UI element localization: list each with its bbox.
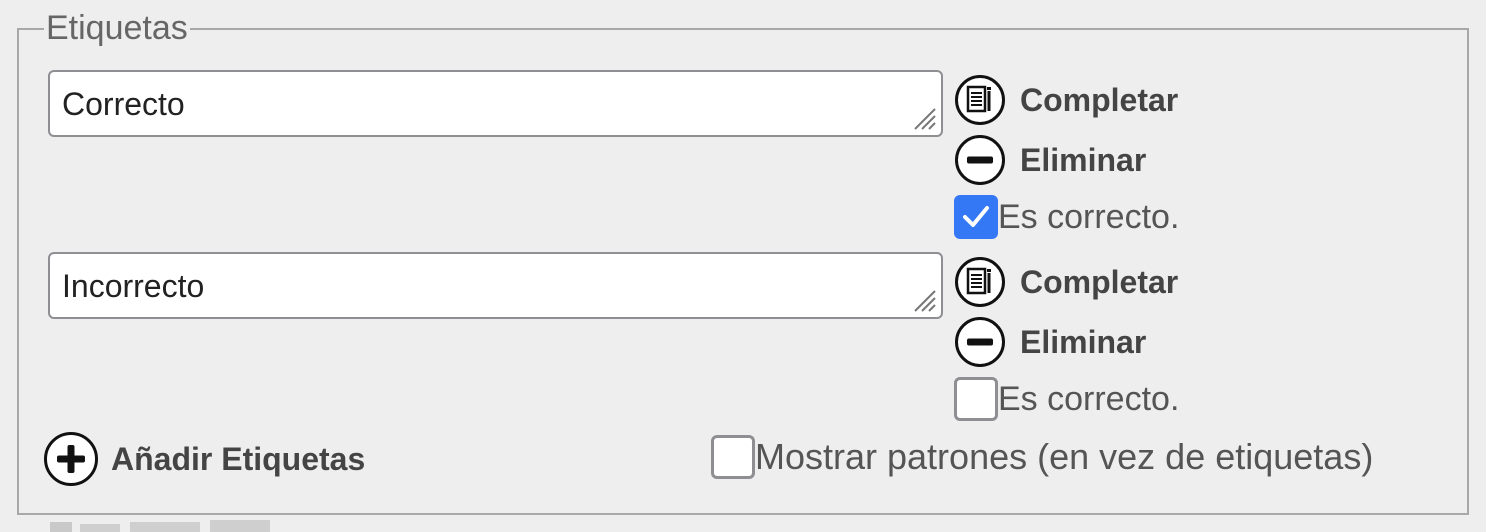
label-value-1: Correcto [62, 86, 185, 122]
delete-label-2: Eliminar [1020, 323, 1147, 360]
checkmark-icon [963, 206, 989, 227]
label-textarea-1[interactable]: Correcto [48, 70, 943, 137]
complete-label-2: Completar [1020, 263, 1179, 300]
minus-circle-icon [955, 317, 1005, 367]
label-value-2: Incorrecto [62, 268, 205, 304]
resize-grip-icon[interactable] [911, 105, 937, 131]
complete-label-1: Completar [1020, 81, 1179, 118]
delete-button-1[interactable]: Eliminar [954, 135, 1146, 185]
correct-checkbox-1[interactable] [954, 195, 998, 239]
delete-button-2[interactable]: Eliminar [954, 317, 1146, 367]
next-section-edge [44, 516, 344, 532]
correct-option-2[interactable]: Es correcto. [954, 376, 1179, 422]
labels-legend: Etiquetas [44, 8, 190, 48]
notebook-icon [955, 75, 1005, 125]
show-patterns-label: Mostrar patrones (en vez de etiquetas) [755, 436, 1374, 477]
add-labels-label: Añadir Etiquetas [111, 440, 366, 477]
correct-option-1[interactable]: Es correcto. [954, 194, 1179, 240]
resize-grip-icon[interactable] [911, 287, 937, 313]
plus-circle-icon [44, 432, 98, 486]
label-textarea-2[interactable]: Incorrecto [48, 252, 943, 319]
complete-button-2[interactable]: Completar [954, 257, 1178, 307]
correct-checkbox-2[interactable] [954, 377, 998, 421]
show-patterns-checkbox[interactable] [711, 435, 755, 479]
notebook-icon [955, 257, 1005, 307]
complete-button-1[interactable]: Completar [954, 75, 1178, 125]
delete-label-1: Eliminar [1020, 141, 1147, 178]
add-labels-button[interactable]: Añadir Etiquetas [43, 432, 365, 486]
minus-circle-icon [955, 135, 1005, 185]
show-patterns-option[interactable]: Mostrar patrones (en vez de etiquetas) [711, 433, 1373, 481]
correct-label-1: Es correcto. [998, 197, 1180, 236]
correct-label-2: Es correcto. [998, 379, 1180, 418]
